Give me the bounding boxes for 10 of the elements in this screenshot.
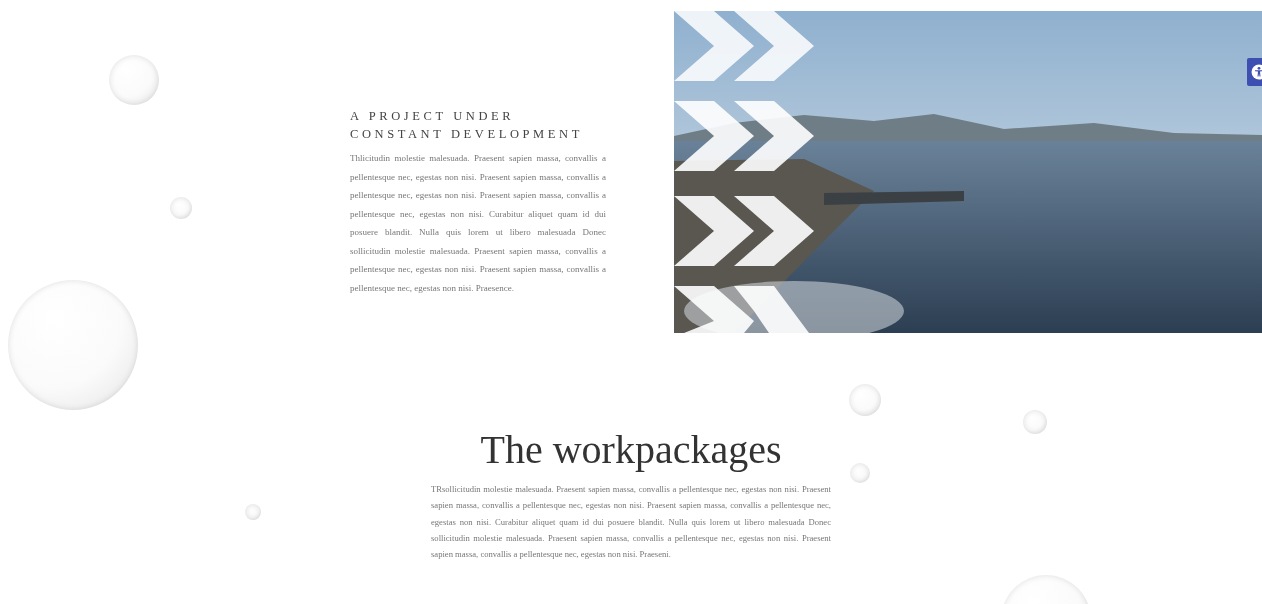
section-paragraph: Thlicitudin molestie malesuada. Praesent sapien massa, convallis a pellentesque nec, egestas non nisi. Praesent sapien massa, convallis a pellentesque nec, egestas non nisi. Praesent sapien massa, convallis a pellentesque nec, egestas non nisi. Curabitur aliquet quam id dui posuere blandit. Nulla quis lorem ut libero malesuada Donec sollicitudin molestie malesuada. Praesent sapien massa, convallis a pellentesque nec, egestas non nisi. Praesent sapien massa, convallis a pellentesque nec, egestas non nisi. Praesence. xyxy=(350,152,606,295)
section-title: The workpackages xyxy=(480,427,782,473)
bubble xyxy=(170,197,192,219)
bubble xyxy=(850,463,870,483)
bubble xyxy=(245,504,261,520)
bubble xyxy=(109,55,159,105)
section-paragraph: TRsollicitudin molestie malesuada. Praesent sapien massa, convallis a pellentesque nec, egestas non nisi. Praesent sapien massa, convallis a pellentesque nec, egestas non nisi. Praesent sapien massa, convallis a pellentesque nec, egestas non nisi. Curabitur aliquet quam id dui posuere blandit. Nulla quis lorem ut libero malesuada Donec sollicitudin molestie malesuada. Praesent sapien massa, convallis a pellentesque nec, egestas non nisi. Praesent sapien massa, convallis a pellentesque nec, egestas non nisi. Praeseni. xyxy=(431,483,831,562)
bubble xyxy=(849,384,881,416)
section-heading: A PROJECT UNDER CONSTANT DEVELOPMENT xyxy=(350,108,584,143)
bubble xyxy=(1023,410,1047,434)
